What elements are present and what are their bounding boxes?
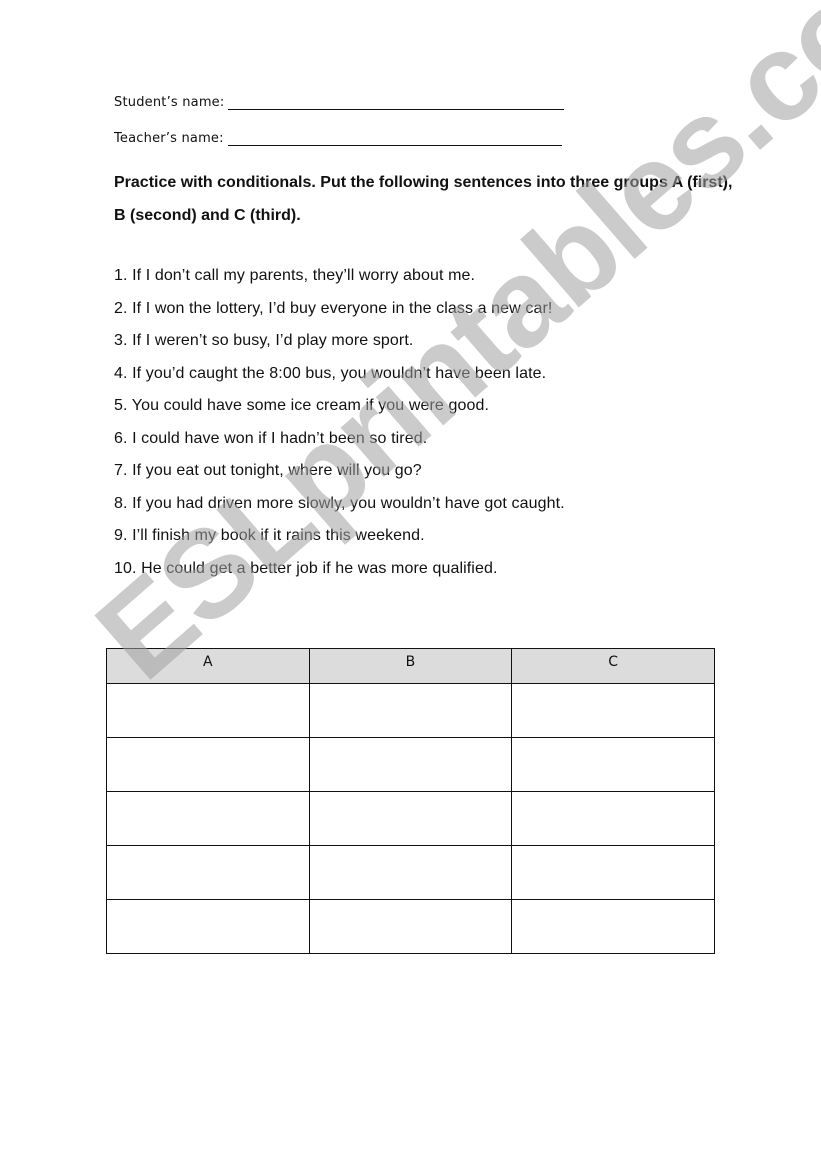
sentence-item: 6. I could have won if I hadn’t been so … <box>114 429 428 447</box>
instruction-text: Practice with conditionals. Put the foll… <box>114 174 733 224</box>
sentence-item: 10. He could get a better job if he was … <box>114 559 498 577</box>
table-cell-c[interactable] <box>511 683 715 738</box>
column-header-a: A <box>106 648 310 684</box>
table-cell-c[interactable] <box>511 791 715 846</box>
table-cell-b[interactable] <box>308 791 513 846</box>
sentence-item: 3. If I weren’t so busy, I’d play more s… <box>114 332 414 349</box>
table-cell-b[interactable] <box>308 683 513 738</box>
table-cell-c[interactable] <box>511 845 715 900</box>
teacher-name-label: Teacher’s name: <box>114 131 224 146</box>
table-row <box>106 683 715 738</box>
table-cell-a[interactable] <box>106 737 310 792</box>
sentence-item: 5. You could have some ice cream if you … <box>114 397 489 414</box>
sentence-list: 1. If I don’t call my parents, they’ll w… <box>114 263 565 588</box>
table-row <box>106 737 715 792</box>
table-header-row: A B C <box>106 648 715 684</box>
sentence-item: 4. If you’d caught the 8:00 bus, you wou… <box>114 364 547 382</box>
table-cell-a[interactable] <box>106 683 310 738</box>
sentence-item: 8. If you had driven more slowly, you wo… <box>114 494 565 512</box>
student-name-field: Student’s name: <box>114 95 565 110</box>
teacher-name-blank[interactable] <box>227 132 562 146</box>
grouping-table: A B C <box>106 648 715 954</box>
table-cell-a[interactable] <box>106 845 310 900</box>
table-cell-b[interactable] <box>308 899 513 954</box>
table-cell-b[interactable] <box>308 737 513 792</box>
column-header-c: C <box>511 648 715 684</box>
worksheet-page: Student’s name: Teacher’s name: Practice… <box>0 0 821 1169</box>
table-cell-c[interactable] <box>511 737 715 792</box>
sentence-item: 1. If I don’t call my parents, they’ll w… <box>114 267 476 284</box>
sentence-item: 9. I’ll finish my book if it rains this … <box>114 527 425 544</box>
table-row <box>106 791 715 846</box>
table-cell-a[interactable] <box>106 899 310 954</box>
table-cell-a[interactable] <box>106 791 310 846</box>
table-row <box>106 899 715 954</box>
table-row <box>106 845 715 900</box>
student-name-blank[interactable] <box>228 96 565 110</box>
table-cell-c[interactable] <box>511 899 715 954</box>
sentence-item: 7. If you eat out tonight, where will yo… <box>114 462 422 479</box>
teacher-name-field: Teacher’s name: <box>114 131 562 146</box>
table-cell-b[interactable] <box>308 845 513 900</box>
column-header-b: B <box>308 648 513 684</box>
student-name-label: Student’s name: <box>114 95 225 110</box>
sentence-item: 2. If I won the lottery, I’d buy everyon… <box>114 299 553 317</box>
